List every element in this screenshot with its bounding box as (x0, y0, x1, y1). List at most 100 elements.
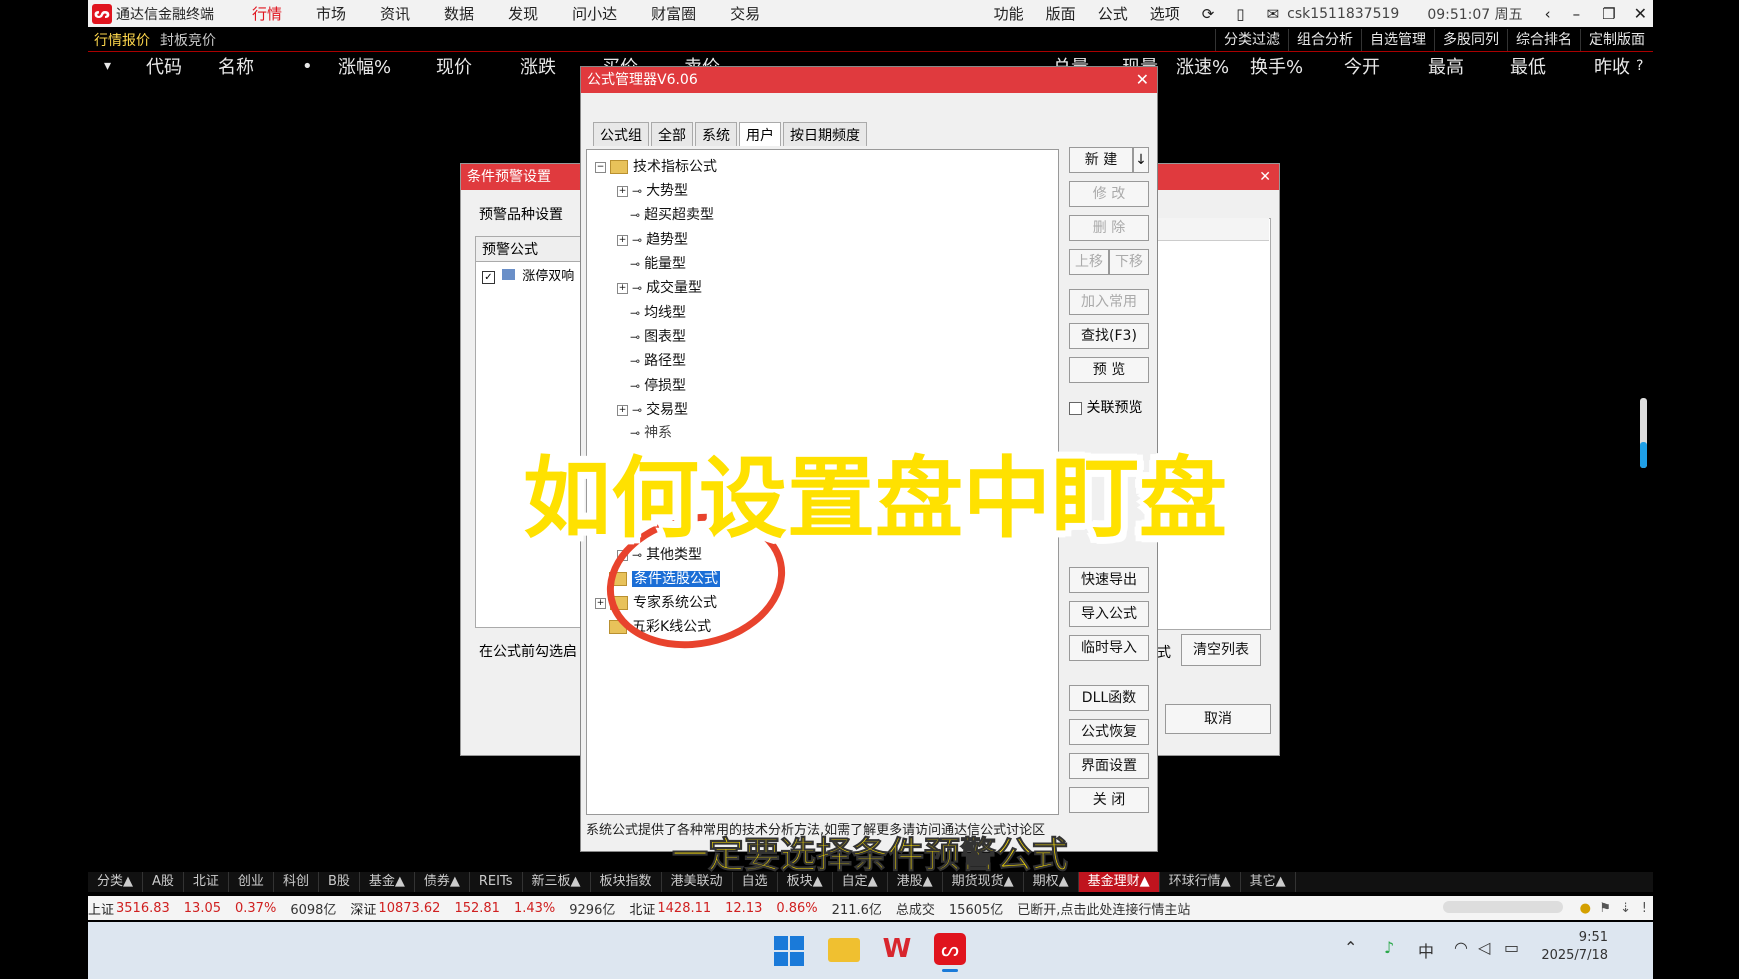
ime-indicator[interactable]: 中 (1418, 938, 1434, 962)
move-down-button[interactable]: 下移 (1109, 249, 1149, 275)
sector-tab[interactable]: 科创 (274, 872, 319, 892)
sector-tab[interactable]: 新三板▲ (523, 872, 591, 892)
tab-user[interactable]: 用户 (739, 122, 781, 146)
tree-node[interactable]: + ⊸ 大势型 (617, 180, 688, 200)
ui-settings-button[interactable]: 界面设置 (1069, 753, 1149, 779)
tree-node[interactable]: + ⊸ 交易型 (617, 399, 688, 419)
restore-icon[interactable]: ❐ (1602, 5, 1615, 23)
refresh-icon[interactable]: ⟳ (1202, 5, 1215, 23)
new-dropdown-icon[interactable]: ↓ (1133, 147, 1149, 173)
expand-icon[interactable]: + (617, 185, 628, 197)
alert-close-icon[interactable]: ✕ (1259, 164, 1271, 190)
sector-tab[interactable]: 基金▲ (360, 872, 415, 892)
sector-tab[interactable]: 其它▲ (1241, 872, 1296, 892)
menu-shichang[interactable]: 市场 (316, 3, 346, 24)
account-name[interactable]: csk1511837519 (1287, 6, 1399, 22)
alert-cancel-button[interactable]: 取消 (1165, 704, 1271, 734)
tab-auction[interactable]: 封板竞价 (160, 30, 216, 50)
col-prev-close[interactable]: 昨收 (1594, 53, 1630, 79)
formula-restore-button[interactable]: 公式恢复 (1069, 719, 1149, 745)
sh-label[interactable]: 上证 (88, 899, 114, 918)
mail-icon[interactable]: ✉ (1267, 5, 1280, 23)
expand-icon[interactable]: + (617, 404, 628, 416)
fm-close-icon[interactable]: ✕ (1136, 67, 1149, 93)
tab-all[interactable]: 全部 (651, 122, 693, 146)
tab-by-date[interactable]: 按日期频度 (783, 122, 867, 146)
tree-node-tech-indicators[interactable]: − 技术指标公式 (595, 156, 717, 176)
tab-system[interactable]: 系统 (695, 122, 737, 146)
preview-button[interactable]: 预 览 (1069, 357, 1149, 383)
tab-quote[interactable]: 行情报价 (94, 30, 150, 50)
sector-tab[interactable]: 债券▲ (415, 872, 470, 892)
menu-jiaoyi[interactable]: 交易 (730, 3, 760, 24)
find-button[interactable]: 查找(F3) (1069, 323, 1149, 349)
menu-banmian[interactable]: 版面 (1046, 3, 1076, 24)
col-open[interactable]: 今开 (1344, 53, 1380, 79)
tree-node[interactable]: ⊸ 停损型 (630, 375, 686, 395)
col-name[interactable]: 名称 (218, 53, 254, 79)
pin-icon[interactable]: ⇣ (1620, 901, 1631, 916)
sector-tab[interactable]: 分类▲ (88, 872, 143, 892)
menu-gongneng[interactable]: 功能 (994, 3, 1024, 24)
tab-multi-stock[interactable]: 多股同列 (1434, 29, 1507, 51)
col-speed[interactable]: 涨速% (1176, 53, 1229, 79)
menu-caifuquan[interactable]: 财富圈 (651, 3, 696, 24)
checkbox-unchecked-icon[interactable] (1069, 401, 1082, 415)
col-high[interactable]: 最高 (1428, 53, 1464, 79)
clear-list-button[interactable]: 清空列表 (1181, 634, 1261, 666)
col-change-pct[interactable]: 涨幅% (338, 53, 391, 79)
menu-zixun[interactable]: 资讯 (380, 3, 410, 24)
phone-icon[interactable]: ▯ (1236, 5, 1244, 23)
move-up-button[interactable]: 上移 (1069, 249, 1109, 275)
tab-watchlist[interactable]: 自选管理 (1361, 29, 1434, 51)
tree-node[interactable]: ⊸ 超买超卖型 (630, 204, 714, 224)
col-turnover[interactable]: 换手% (1250, 53, 1303, 79)
minimize-icon[interactable]: – (1573, 5, 1581, 23)
sector-tab[interactable]: 创业 (229, 872, 274, 892)
tree-node[interactable]: ⊸ 能量型 (630, 253, 686, 273)
scroll-indicator[interactable] (1640, 398, 1647, 468)
col-code[interactable]: 代码 (146, 53, 182, 79)
checkbox-checked-icon[interactable]: ✓ (482, 271, 495, 284)
menu-faxian[interactable]: 发现 (508, 3, 538, 24)
close-button[interactable]: 关 闭 (1069, 787, 1149, 813)
tree-node[interactable]: ⊸ 均线型 (630, 302, 686, 322)
volume-icon[interactable]: ◁ (1478, 938, 1490, 957)
battery-icon[interactable]: ▭ (1504, 938, 1519, 957)
connection-notice[interactable]: 已断开,点击此处连接行情主站 (1017, 899, 1190, 918)
sector-tab[interactable]: REITs (470, 872, 523, 892)
tab-formula-group[interactable]: 公式组 (593, 122, 649, 146)
add-common-button[interactable]: 加入常用 (1069, 289, 1149, 315)
temp-import-button[interactable]: 临时导入 (1069, 635, 1149, 661)
expand-icon[interactable]: + (595, 597, 606, 609)
expand-icon[interactable]: + (617, 282, 628, 294)
file-explorer-icon[interactable] (828, 938, 860, 962)
taskbar-date[interactable]: 2025/7/18 (1538, 948, 1608, 963)
menu-xuanxiang[interactable]: 选项 (1150, 3, 1180, 24)
close-window-icon[interactable]: ✕ (1634, 4, 1647, 23)
delete-button[interactable]: 删 除 (1069, 215, 1149, 241)
tab-category-filter[interactable]: 分类过滤 (1215, 29, 1288, 51)
tray-chevron-icon[interactable]: ⌃ (1344, 938, 1357, 957)
collapse-icon[interactable]: − (595, 161, 606, 173)
sector-tab[interactable]: A股 (143, 872, 184, 892)
bz-label[interactable]: 北证 (629, 899, 655, 918)
alert-list-item[interactable]: ✓ 涨停双响 (476, 262, 588, 287)
taskbar-time[interactable]: 9:51 (1566, 930, 1608, 945)
tab-portfolio[interactable]: 组合分析 (1288, 29, 1361, 51)
info-icon[interactable]: ! (1642, 901, 1647, 916)
menu-gongshi[interactable]: 公式 (1098, 3, 1128, 24)
sector-tab[interactable]: 环球行情▲ (1160, 872, 1241, 892)
modify-button[interactable]: 修 改 (1069, 181, 1149, 207)
new-button[interactable]: 新 建 (1069, 147, 1133, 173)
alert-icon[interactable]: ● (1580, 901, 1591, 916)
sector-tab[interactable]: B股 (319, 872, 360, 892)
tree-node[interactable]: ⊸ 路径型 (630, 350, 686, 370)
tree-node[interactable]: + ⊸ 趋势型 (617, 229, 688, 249)
tab-custom-layout[interactable]: 定制版面 (1580, 29, 1653, 51)
windows-start-icon[interactable] (774, 936, 804, 966)
sz-label[interactable]: 深证 (350, 899, 376, 918)
back-icon[interactable]: ‹ (1545, 5, 1551, 23)
col-price[interactable]: 现价 (436, 53, 472, 79)
expand-icon[interactable]: + (617, 234, 628, 246)
